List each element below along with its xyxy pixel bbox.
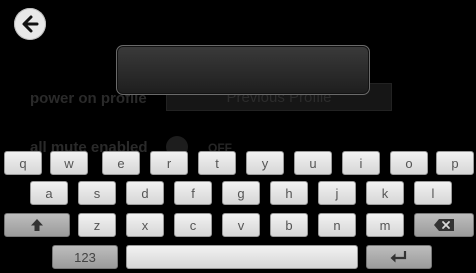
key-z[interactable]: z (78, 213, 116, 237)
back-button[interactable] (14, 8, 46, 40)
key-o[interactable]: o (390, 151, 428, 175)
key-e[interactable]: e (102, 151, 140, 175)
key-c[interactable]: c (174, 213, 212, 237)
key-j[interactable]: j (318, 181, 356, 205)
key-x[interactable]: x (126, 213, 164, 237)
key-m[interactable]: m (366, 213, 404, 237)
key-q[interactable]: q (4, 151, 42, 175)
key-g[interactable]: g (222, 181, 260, 205)
key-y[interactable]: y (246, 151, 284, 175)
text-input[interactable] (116, 45, 370, 95)
shift-key[interactable] (4, 213, 70, 237)
key-f[interactable]: f (174, 181, 212, 205)
shift-arrow-icon (31, 219, 43, 231)
key-h[interactable]: h (270, 181, 308, 205)
key-r[interactable]: r (150, 151, 188, 175)
key-w[interactable]: w (50, 151, 88, 175)
key-u[interactable]: u (294, 151, 332, 175)
enter-icon (390, 251, 407, 263)
key-v[interactable]: v (222, 213, 260, 237)
key-l[interactable]: l (414, 181, 452, 205)
enter-key[interactable] (366, 245, 432, 269)
key-a[interactable]: a (30, 181, 68, 205)
key-n[interactable]: n (318, 213, 356, 237)
space-key[interactable] (126, 245, 358, 269)
key-i[interactable]: i (342, 151, 380, 175)
key-k[interactable]: k (366, 181, 404, 205)
key-t[interactable]: t (198, 151, 236, 175)
key-d[interactable]: d (126, 181, 164, 205)
key-b[interactable]: b (270, 213, 308, 237)
soft-keyboard: q w e r t y u i o p a s d f g h j k l z … (0, 146, 476, 273)
back-arrow-icon (22, 15, 39, 33)
key-p[interactable]: p (436, 151, 474, 175)
delete-key[interactable] (414, 213, 474, 237)
numbers-key[interactable]: 123 (52, 245, 118, 269)
backspace-icon (434, 219, 454, 231)
key-s[interactable]: s (78, 181, 116, 205)
